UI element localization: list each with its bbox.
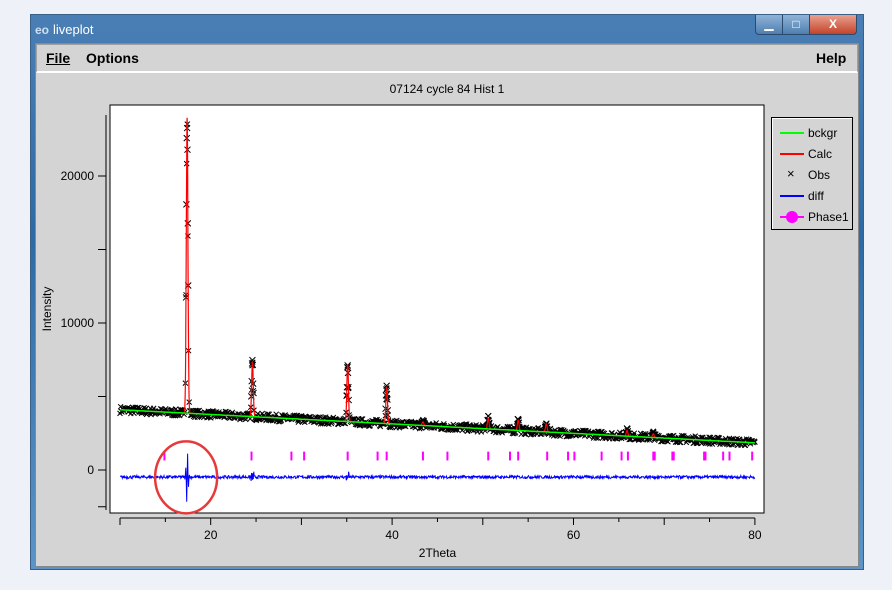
x-tick-label: 40 (385, 528, 399, 542)
legend-swatch (780, 195, 804, 197)
minimize-button[interactable]: ▁ (755, 15, 783, 35)
y-tick-label: 0 (87, 463, 94, 477)
y-axis-label: Intensity (40, 287, 54, 332)
legend-diff: diff (778, 188, 852, 204)
legend-label: Calc (808, 147, 833, 161)
legend-label: bckgr (808, 126, 838, 140)
legend-obs: × Obs (778, 166, 852, 183)
legend-label: Obs (808, 168, 831, 182)
circle-marker-icon (786, 211, 798, 223)
plot-canvas: 0 10000 20000 Intensity 20 40 60 80 2Theta (40, 104, 765, 560)
close-button[interactable]: X (809, 15, 857, 35)
x-tick-label: 60 (567, 528, 581, 542)
maximize-button[interactable]: □ (782, 15, 810, 35)
legend-swatch (780, 132, 804, 134)
app-icon: eo (35, 23, 50, 37)
legend-phase1: Phase1 (778, 209, 852, 225)
y-tick-label: 10000 (61, 316, 95, 330)
x-axis-label: 2Theta (419, 546, 457, 560)
legend: bckgr Calc × Obs diff Phase1 (771, 117, 853, 230)
legend-label: diff (808, 189, 824, 203)
legend-bckgr: bckgr (778, 125, 852, 141)
x-tick-label: 20 (204, 528, 218, 542)
x-marker-icon: × (787, 166, 795, 181)
window-body: File Options Help 07124 cycle 84 Hist 1 … (35, 43, 859, 567)
legend-swatch (780, 153, 804, 155)
legend-calc: Calc (778, 146, 852, 162)
app-window: eo liveplot ▁ □ X File Options Help 0712… (30, 14, 864, 570)
y-tick-label: 20000 (61, 169, 95, 183)
title-bar: eo liveplot ▁ □ X (31, 15, 863, 43)
window-title: liveplot (53, 22, 94, 37)
legend-label: Phase1 (808, 210, 849, 224)
x-tick-label: 80 (748, 528, 762, 542)
